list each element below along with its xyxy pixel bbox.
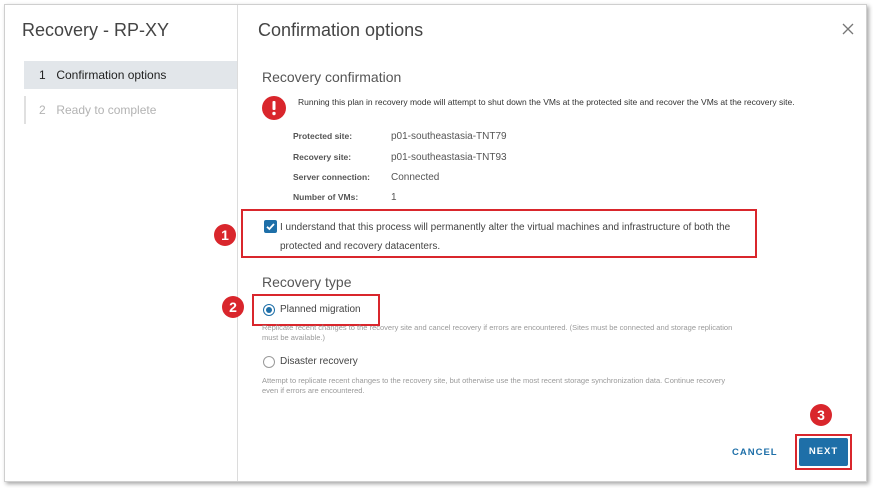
recovery-confirmation-heading: Recovery confirmation bbox=[262, 69, 402, 85]
page-title: Confirmation options bbox=[258, 20, 424, 40]
step-confirmation-options[interactable]: 1 Confirmation options bbox=[24, 61, 237, 89]
planned-migration-label[interactable]: Planned migration bbox=[280, 304, 361, 315]
check-icon bbox=[266, 223, 275, 231]
detail-key: Protected site: bbox=[293, 131, 353, 141]
disaster-recovery-description: Attempt to replicate recent changes to t… bbox=[262, 376, 726, 395]
callout-2-badge: 2 bbox=[222, 296, 244, 318]
error-circle-icon bbox=[262, 96, 286, 120]
warning-message: Running this plan in recovery mode will … bbox=[298, 97, 795, 107]
callout-3-badge: 3 bbox=[810, 404, 832, 426]
detail-key: Recovery site: bbox=[293, 152, 352, 162]
planned-migration-radio[interactable] bbox=[263, 304, 275, 316]
detail-value: Connected bbox=[391, 172, 440, 183]
detail-key: Number of VMs: bbox=[293, 192, 359, 202]
step-number: 2 bbox=[39, 103, 46, 117]
step-ready-to-complete[interactable]: 2 Ready to complete bbox=[24, 96, 237, 124]
dialog: Recovery - RP-XY 1 Confirmation options … bbox=[4, 4, 867, 482]
cancel-button[interactable]: CANCEL bbox=[732, 447, 778, 458]
wizard-sidebar: Recovery - RP-XY 1 Confirmation options … bbox=[5, 5, 238, 481]
step-number: 1 bbox=[39, 68, 46, 82]
recovery-type-heading: Recovery type bbox=[262, 274, 352, 290]
callout-1-badge: 1 bbox=[214, 224, 236, 246]
detail-value: p01-southeastasia-TNT79 bbox=[391, 131, 507, 142]
detail-key: Server connection: bbox=[293, 172, 370, 182]
detail-value: 1 bbox=[391, 192, 397, 203]
close-icon[interactable] bbox=[840, 21, 856, 37]
step-label: Confirmation options bbox=[56, 68, 167, 82]
disaster-recovery-radio[interactable] bbox=[263, 356, 275, 368]
wizard-title: Recovery - RP-XY bbox=[22, 20, 170, 40]
main-content: Confirmation options Recovery confirmati… bbox=[238, 5, 866, 481]
disaster-recovery-label[interactable]: Disaster recovery bbox=[280, 356, 358, 367]
planned-migration-description: Replicate recent changes to the recovery… bbox=[262, 323, 733, 342]
confirm-checkbox[interactable] bbox=[264, 220, 277, 233]
wizard-steps: 1 Confirmation options 2 Ready to comple… bbox=[24, 61, 237, 131]
confirm-checkbox-label[interactable]: I understand that this process will perm… bbox=[280, 218, 760, 256]
detail-value: p01-southeastasia-TNT93 bbox=[391, 152, 507, 163]
next-button[interactable]: NEXT bbox=[799, 438, 848, 466]
step-label: Ready to complete bbox=[56, 103, 157, 117]
